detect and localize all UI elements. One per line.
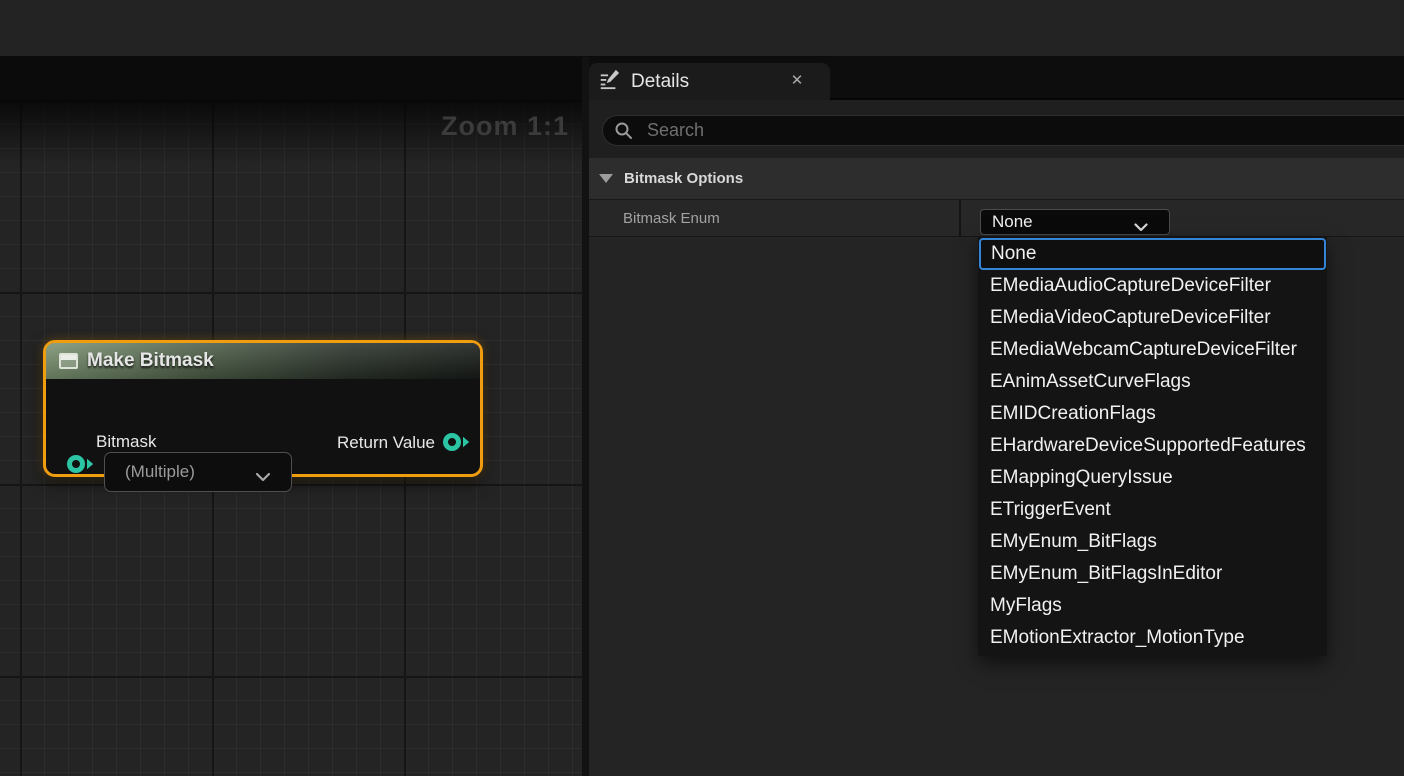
bitmask-value-text: (Multiple) <box>125 462 195 482</box>
dropdown-item[interactable]: MyFlags <box>978 590 1327 622</box>
dropdown-item[interactable]: EMotionExtractor_MotionType <box>978 622 1327 654</box>
section-bitmask-options[interactable]: Bitmask Options <box>589 158 1404 200</box>
node-title: Make Bitmask <box>87 350 214 372</box>
tab-title: Details <box>631 71 689 93</box>
dropdown-item[interactable]: None <box>979 238 1326 270</box>
zoom-level-indicator: Zoom 1:1 <box>441 111 569 142</box>
editor-top-bar <box>0 0 1404 57</box>
search-icon <box>614 121 633 140</box>
bitmask-value-dropdown[interactable]: (Multiple) <box>104 452 292 492</box>
panel-divider[interactable] <box>582 57 589 776</box>
dropdown-item[interactable]: EMediaAudioCaptureDeviceFilter <box>978 270 1327 302</box>
blueprint-graph-panel[interactable]: Zoom 1:1 Make Bitmask Bitmask (Multiple) <box>0 57 582 776</box>
tab-details[interactable]: Details ✕ <box>589 63 830 100</box>
details-pencil-icon <box>598 68 620 95</box>
chevron-down-icon <box>255 469 271 487</box>
details-tab-bar: Details ✕ <box>589 57 1404 100</box>
node-header[interactable]: Make Bitmask <box>46 343 480 379</box>
section-title: Bitmask Options <box>624 170 743 187</box>
output-pin-label: Return Value <box>337 433 435 452</box>
search-input[interactable] <box>645 119 1404 142</box>
search-box[interactable] <box>602 115 1404 146</box>
search-row <box>589 100 1404 158</box>
bitmask-enum-combobox[interactable]: None <box>980 209 1170 235</box>
unreal-editor-window: Zoom 1:1 Make Bitmask Bitmask (Multiple) <box>0 0 1404 776</box>
make-bitmask-node[interactable]: Make Bitmask Bitmask (Multiple) Return V… <box>43 340 483 477</box>
details-panel: Details ✕ Bitmask Options Bitmask E <box>589 57 1404 776</box>
return-value-output-pin[interactable] <box>442 431 470 458</box>
close-tab-button[interactable]: ✕ <box>787 71 807 91</box>
dropdown-item[interactable]: ETriggerEvent <box>978 494 1327 526</box>
property-label: Bitmask Enum <box>623 210 720 227</box>
expander-caret-icon <box>599 174 613 183</box>
dropdown-item[interactable]: EMyEnum_BitFlags <box>978 526 1327 558</box>
dropdown-item[interactable]: EHardwareDeviceSupportedFeatures <box>978 430 1327 462</box>
input-pin-label: Bitmask <box>96 432 156 451</box>
combobox-value: None <box>992 212 1033 232</box>
dropdown-item[interactable]: EMIDCreationFlags <box>978 398 1327 430</box>
dropdown-item[interactable]: EMyEnum_BitFlagsInEditor <box>978 558 1327 590</box>
dropdown-item[interactable]: EMappingQueryIssue <box>978 462 1327 494</box>
dropdown-item[interactable]: EMediaVideoCaptureDeviceFilter <box>978 302 1327 334</box>
enum-dropdown-list: NoneEMediaAudioCaptureDeviceFilterEMedia… <box>978 236 1327 656</box>
dropdown-item[interactable]: EAnimAssetCurveFlags <box>978 366 1327 398</box>
property-name-cell: Bitmask Enum <box>589 200 961 236</box>
function-node-icon <box>59 353 78 369</box>
bitmask-input-pin[interactable] <box>66 453 94 480</box>
dropdown-item[interactable]: EMediaWebcamCaptureDeviceFilter <box>978 334 1327 366</box>
chevron-down-icon <box>1134 219 1148 237</box>
